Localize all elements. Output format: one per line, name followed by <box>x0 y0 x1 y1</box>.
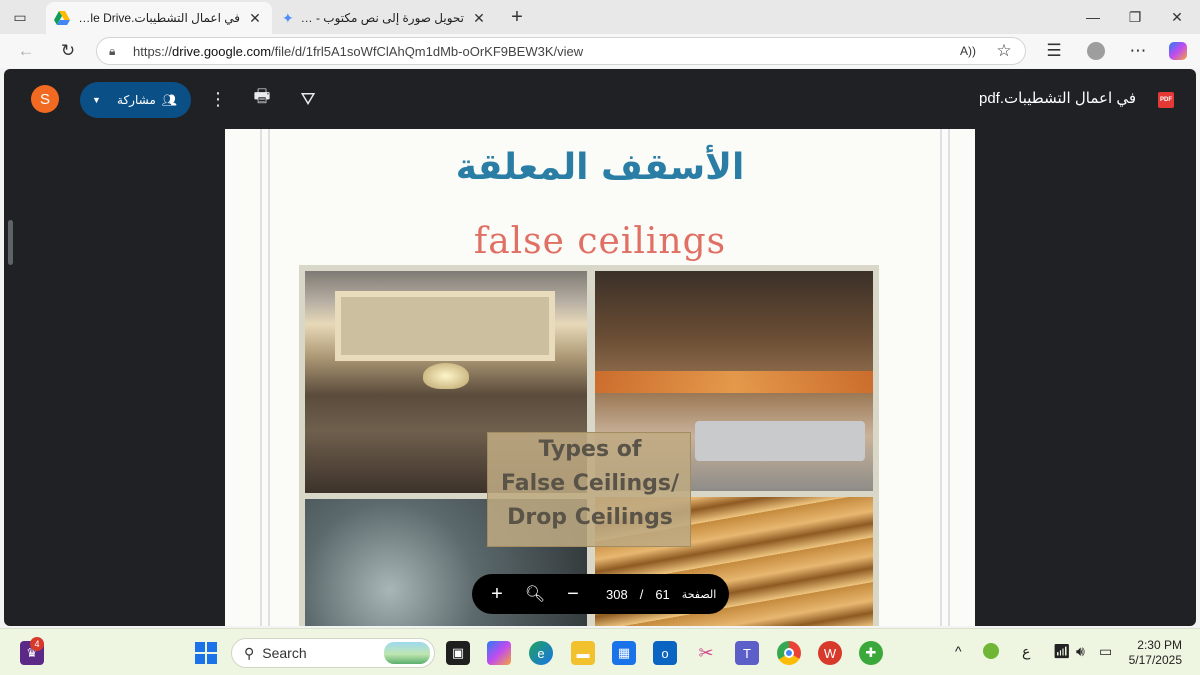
taskbar-search[interactable]: ⚲ Search <box>231 638 435 668</box>
document-title: في اعمال التشطيبات.pdf <box>979 90 1136 107</box>
url-path: /file/d/1frl5A1soWfClAhQm1dMb-oOrKF9BEW3… <box>271 43 584 59</box>
show-hidden-icons[interactable]: ^ <box>955 643 962 659</box>
clock[interactable]: 2:30 PM 5/17/2025 <box>1129 638 1182 668</box>
tab-actions-icon[interactable]: ▭ <box>0 0 40 34</box>
file-explorer-icon[interactable]: ▬ <box>571 641 595 665</box>
search-icon: ⚲ <box>244 644 255 661</box>
lock-icon: 🔒︎ <box>109 43 116 58</box>
taskbar: ♛ 4 ⚲ Search ▣ e ▬ ▦ o ✂ T W ✚ ^ ع 📶︎ 🔊︎… <box>0 628 1200 675</box>
copilot-taskbar-icon[interactable] <box>487 641 511 665</box>
search-highlight-image <box>384 642 430 664</box>
page-separator: / <box>639 586 644 602</box>
url-prefix: https:// <box>133 43 173 59</box>
ceiling-tray-shape <box>335 291 555 361</box>
english-title: false ceilings <box>473 221 727 262</box>
windows-start-icon[interactable] <box>194 641 218 665</box>
caption-line: Drop Ceilings <box>507 505 673 530</box>
close-tab-icon[interactable]: ✕ <box>470 10 488 27</box>
favorite-star-icon[interactable]: ☆ <box>990 37 1018 65</box>
share-button[interactable]: ▼ مشاركة 👥︎ <box>80 82 191 118</box>
chrome-icon[interactable] <box>777 641 801 665</box>
edge-icon[interactable]: e <box>529 641 553 665</box>
avatar[interactable]: S <box>31 85 59 113</box>
lobby-sofa <box>695 421 865 461</box>
tray-app-icon[interactable] <box>983 643 999 659</box>
total-pages: 308 <box>606 586 628 602</box>
tab-label: تحويل صورة إلى نص مكتوب - Gemini <box>294 11 464 25</box>
chandelier-shape <box>423 363 469 389</box>
teams-icon[interactable]: T <box>735 641 759 665</box>
reload-button[interactable]: ↻ <box>54 37 82 65</box>
minimize-button[interactable]: — <box>1070 0 1116 34</box>
tab-strip: ▭ في اعمال التشطيبات.pdf - Google Drive … <box>0 0 1200 34</box>
tab-google-drive[interactable]: في اعمال التشطيبات.pdf - Google Drive ✕ <box>46 2 272 34</box>
page-border-left <box>260 129 270 626</box>
chevron-down-icon[interactable]: ▼ <box>92 95 101 105</box>
url-field[interactable]: 🔒︎ https://drive.google.com/file/d/1frl5… <box>96 37 1026 65</box>
store-icon[interactable]: ▦ <box>612 641 636 665</box>
page-label: الصفحة <box>681 588 717 601</box>
zoom-in-button[interactable]: + <box>478 583 516 606</box>
scrollbar-handle[interactable] <box>8 220 13 265</box>
snipping-tool-icon[interactable]: ✂ <box>694 641 718 665</box>
restore-button[interactable]: ❐ <box>1112 0 1158 34</box>
volume-icon[interactable]: 🔊︎ <box>1076 643 1085 660</box>
profile-icon[interactable] <box>1082 37 1110 65</box>
arabic-title: الأسقف المعلقة <box>455 147 745 188</box>
more-menu-icon[interactable]: ⋯ <box>1124 37 1152 65</box>
add-to-drive-icon[interactable]: ⛛ <box>294 85 322 113</box>
more-options-icon[interactable]: ⋮ <box>204 85 232 113</box>
wifi-icon[interactable]: 📶︎ <box>1053 643 1071 660</box>
print-icon[interactable]: 🖶︎ <box>248 85 276 113</box>
people-icon: 👥︎ <box>161 93 177 107</box>
types-caption-box: Types of False Ceilings/ Drop Ceilings <box>487 432 691 547</box>
date: 5/17/2025 <box>1128 653 1182 667</box>
google-drive-icon <box>54 11 70 25</box>
close-window-button[interactable]: ✕ <box>1154 0 1200 34</box>
tab-label: في اعمال التشطيبات.pdf - Google Drive <box>70 11 240 25</box>
zoom-out-button[interactable]: − <box>554 583 592 606</box>
read-aloud-icon[interactable]: A)) <box>954 37 982 65</box>
time: 2:30 PM <box>1137 638 1182 652</box>
close-tab-icon[interactable]: ✕ <box>246 10 264 27</box>
search-placeholder: Search <box>262 645 307 661</box>
address-bar-row: ← ↻ 🔒︎ https://drive.google.com/file/d/1… <box>0 34 1200 68</box>
current-page-input[interactable]: 61 <box>655 587 669 602</box>
outlook-icon[interactable]: o <box>653 641 677 665</box>
url-host: drive.google.com <box>172 43 272 59</box>
share-label: مشاركة <box>117 93 156 107</box>
zoom-icon[interactable]: 🔍︎ <box>516 584 554 604</box>
copilot-icon[interactable] <box>1164 37 1192 65</box>
battery-icon[interactable]: ▭ <box>1099 643 1112 660</box>
caption-line: Types of <box>538 437 642 462</box>
favorites-list-icon[interactable]: ☰ <box>1040 37 1068 65</box>
page-border-right <box>940 129 950 626</box>
gemini-icon: ✦ <box>282 9 294 26</box>
caption-line: False Ceilings/ <box>500 471 680 496</box>
page-controls: + 🔍︎ − 308 / 61 الصفحة <box>472 574 729 614</box>
pdf-file-icon: PDF <box>1158 92 1174 108</box>
drive-viewer: S ▼ مشاركة 👥︎ ⋮ 🖶︎ ⛛ في اعمال التشطيبات.… <box>4 69 1196 626</box>
back-button[interactable]: ← <box>12 37 40 65</box>
lobby-lights <box>595 371 873 393</box>
input-language[interactable]: ع <box>1022 643 1030 660</box>
tab-gemini[interactable]: ✦ تحويل صورة إلى نص مكتوب - Gemini ✕ <box>274 2 496 34</box>
wps-office-icon[interactable]: W <box>818 641 842 665</box>
app-plus-icon[interactable]: ✚ <box>859 641 883 665</box>
pdf-page: الأسقف المعلقة false ceilings Types of F… <box>225 129 975 626</box>
notification-badge: 4 <box>30 637 44 651</box>
new-tab-button[interactable]: + <box>500 0 534 34</box>
task-view-icon[interactable]: ▣ <box>446 641 470 665</box>
